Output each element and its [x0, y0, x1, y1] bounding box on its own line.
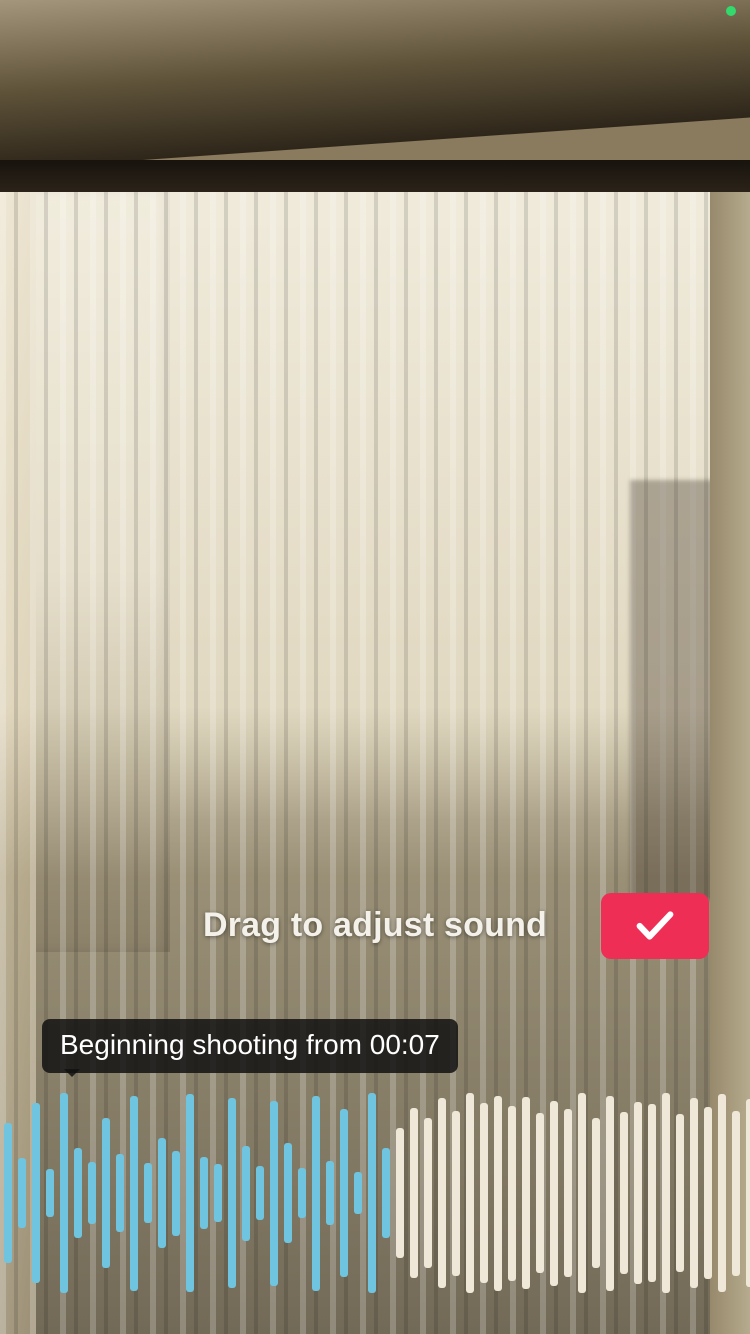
- waveform-bar-inactive: [438, 1098, 446, 1288]
- waveform-bar-active: [172, 1151, 180, 1236]
- waveform-bar-active: [32, 1103, 40, 1283]
- waveform-bar-active: [298, 1168, 306, 1218]
- recording-indicator-dot: [726, 6, 736, 16]
- waveform-bar-active: [60, 1093, 68, 1293]
- waveform-bar-active: [88, 1162, 96, 1224]
- waveform-bar-active: [256, 1166, 264, 1220]
- start-time-tooltip: Beginning shooting from 00:07: [42, 1019, 458, 1073]
- waveform-bar-inactive: [494, 1096, 502, 1291]
- waveform-bar-inactive: [662, 1093, 670, 1293]
- waveform-bar-active: [186, 1094, 194, 1292]
- waveform-bar-active: [18, 1158, 26, 1228]
- waveform-bar-inactive: [620, 1112, 628, 1274]
- waveform-bar-active: [242, 1146, 250, 1241]
- waveform-bar-active: [270, 1101, 278, 1286]
- waveform-bar-active: [382, 1148, 390, 1238]
- waveform-bar-active: [228, 1098, 236, 1288]
- waveform-bar-active: [116, 1154, 124, 1232]
- waveform-bar-active: [4, 1123, 12, 1263]
- waveform-bar-active: [200, 1157, 208, 1229]
- camera-preview: Drag to adjust sound Beginning shooting …: [0, 0, 750, 1334]
- waveform-bar-active: [326, 1161, 334, 1225]
- waveform-bar-inactive: [578, 1093, 586, 1293]
- waveform-bar-active: [144, 1163, 152, 1223]
- waveform-bar-active: [130, 1096, 138, 1291]
- waveform-bar-inactive: [746, 1099, 750, 1287]
- waveform-bar-inactive: [410, 1108, 418, 1278]
- waveform-bar-inactive: [606, 1096, 614, 1291]
- waveform-bar-inactive: [396, 1128, 404, 1258]
- waveform-bar-active: [46, 1169, 54, 1217]
- waveform-bar-inactive: [704, 1107, 712, 1279]
- waveform-bar-active: [354, 1172, 362, 1214]
- waveform-bar-inactive: [648, 1104, 656, 1282]
- waveform-bar-inactive: [536, 1113, 544, 1273]
- check-icon: [632, 902, 678, 951]
- waveform-bar-inactive: [466, 1093, 474, 1293]
- waveform-bar-active: [368, 1093, 376, 1293]
- waveform-bar-inactive: [718, 1094, 726, 1292]
- waveform-bar-inactive: [452, 1111, 460, 1276]
- confirm-button[interactable]: [601, 893, 709, 959]
- waveform-bar-inactive: [480, 1103, 488, 1283]
- waveform-bar-inactive: [634, 1102, 642, 1284]
- sound-waveform[interactable]: [0, 1088, 750, 1298]
- waveform-bar-inactive: [676, 1114, 684, 1272]
- waveform-bar-inactive: [690, 1098, 698, 1288]
- waveform-bar-active: [284, 1143, 292, 1243]
- waveform-bar-inactive: [508, 1106, 516, 1281]
- waveform-bar-inactive: [732, 1111, 740, 1276]
- waveform-bar-active: [312, 1096, 320, 1291]
- waveform-bar-active: [340, 1109, 348, 1277]
- waveform-bar-active: [158, 1138, 166, 1248]
- waveform-bar-active: [102, 1118, 110, 1268]
- waveform-bar-inactive: [522, 1097, 530, 1289]
- waveform-bar-inactive: [424, 1118, 432, 1268]
- waveform-bar-inactive: [550, 1101, 558, 1286]
- waveform-bar-inactive: [592, 1118, 600, 1268]
- waveform-bar-active: [74, 1148, 82, 1238]
- waveform-bar-active: [214, 1164, 222, 1222]
- waveform-bar-inactive: [564, 1109, 572, 1277]
